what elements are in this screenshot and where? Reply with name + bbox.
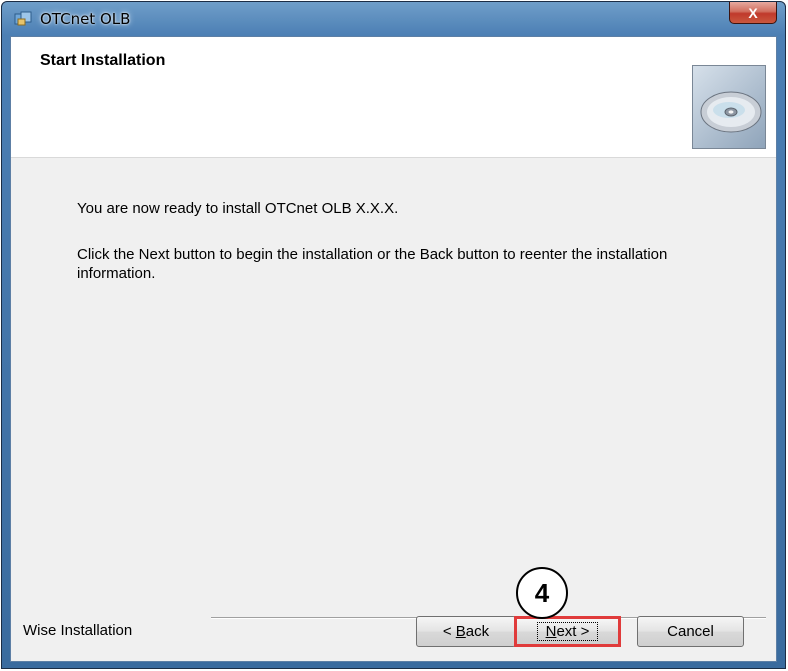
next-button-label: Next > (536, 622, 599, 641)
back-button-label: < Back (442, 623, 490, 640)
back-button[interactable]: < Back (416, 616, 516, 647)
cd-disc-icon (692, 65, 766, 149)
close-button[interactable]: X (729, 2, 777, 24)
ready-message: You are now ready to install OTCnet OLB … (77, 200, 399, 217)
cancel-button-label: Cancel (667, 623, 714, 640)
instruction-message: Click the Next button to begin the insta… (77, 246, 668, 282)
installer-app-icon (14, 11, 32, 26)
cd-disc-graphic (700, 91, 762, 133)
wise-installation-label: Wise Installation (23, 622, 133, 639)
dialog-client-area: Start Installation You are now ready to … (10, 36, 777, 662)
title-bar[interactable]: OTCnet OLB X (2, 2, 785, 36)
window-title: OTCnet OLB (40, 10, 131, 28)
installer-window: OTCnet OLB X Start Installation You are … (1, 1, 786, 669)
close-icon: X (748, 4, 758, 21)
cancel-button[interactable]: Cancel (637, 616, 744, 647)
step-number-callout: 4 (516, 567, 568, 619)
dialog-header: Start Installation (11, 37, 776, 158)
next-button[interactable]: Next > (514, 616, 621, 647)
page-title: Start Installation (40, 52, 166, 69)
